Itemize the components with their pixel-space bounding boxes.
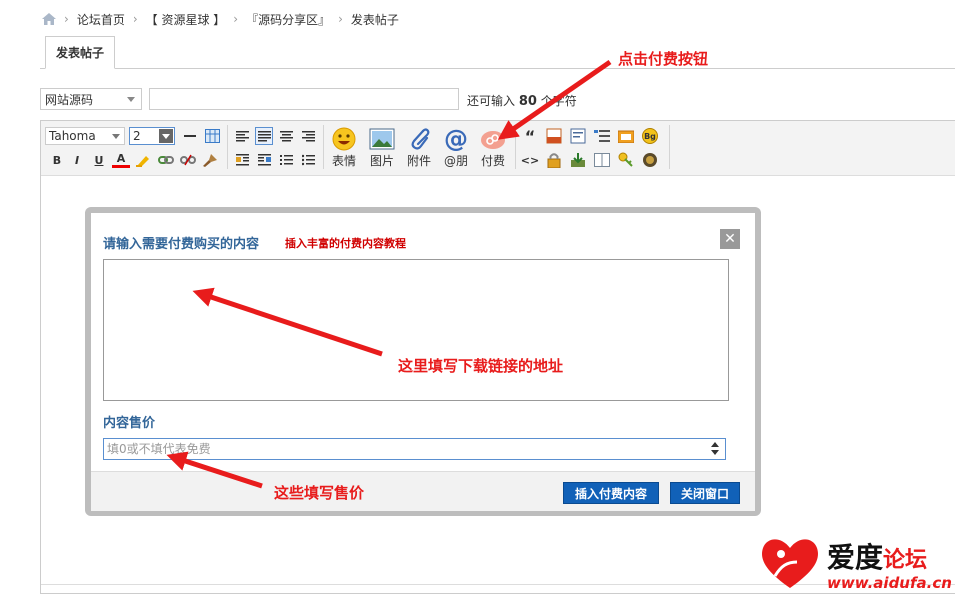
breadcrumb: › 论坛首页 › 【 资源星球 】 › 『源码分享区』 › 发表帖子 bbox=[42, 10, 399, 28]
toolbar-divider bbox=[227, 125, 228, 169]
key-icon[interactable] bbox=[617, 151, 635, 169]
spinner-icon[interactable] bbox=[711, 442, 719, 456]
breadcrumb-separator: › bbox=[338, 12, 343, 26]
breadcrumb-resource-planet[interactable]: 【 资源星球 】 bbox=[146, 11, 226, 28]
annotation-click-paid: 点击付费按钮 bbox=[618, 50, 709, 68]
table-icon[interactable] bbox=[203, 127, 221, 145]
download-icon[interactable] bbox=[569, 151, 587, 169]
site-logo: 爱度论坛 www.aidufa.cn bbox=[757, 530, 955, 594]
close-window-button[interactable]: 关闭窗口 bbox=[670, 482, 740, 504]
media-icon[interactable] bbox=[641, 151, 659, 169]
dialog-title: 请输入需要付费购买的内容 bbox=[103, 237, 260, 252]
mention-button-label: @朋 bbox=[443, 154, 468, 168]
mention-button[interactable]: @ @朋 bbox=[439, 125, 473, 169]
price-label: 内容售价 bbox=[103, 416, 156, 431]
svg-text:Bg: Bg bbox=[644, 132, 656, 141]
category-select[interactable]: 网站源码 bbox=[40, 88, 142, 110]
font-size-select[interactable]: 2 bbox=[129, 127, 175, 145]
font-color-button[interactable]: A bbox=[112, 151, 130, 168]
code-icon[interactable]: <> bbox=[521, 151, 539, 169]
logo-suffix: 论坛 bbox=[883, 547, 928, 573]
emoji-button-label: 表情 bbox=[331, 154, 356, 168]
float-left-icon[interactable] bbox=[233, 151, 251, 169]
chevron-down-icon bbox=[159, 129, 173, 143]
breadcrumb-separator: › bbox=[233, 12, 239, 26]
remaining-prefix: 还可输入 bbox=[467, 94, 516, 108]
logo-name: 爱度 bbox=[827, 541, 884, 574]
breadcrumb-source-share[interactable]: 『源码分享区』 bbox=[246, 11, 330, 28]
toolbar-divider bbox=[669, 125, 670, 169]
title-row: 网站源码 还可输入 80 个字符 bbox=[40, 88, 955, 112]
toolbar-divider bbox=[323, 125, 324, 169]
paid-content-button[interactable]: 付费 bbox=[476, 127, 510, 169]
paperclip-icon bbox=[406, 127, 432, 151]
clear-format-icon[interactable] bbox=[201, 151, 219, 169]
breadcrumb-forum-home[interactable]: 论坛首页 bbox=[77, 11, 125, 28]
horizontal-rule-icon[interactable] bbox=[181, 127, 199, 145]
paid-content-button-label: 付费 bbox=[480, 154, 505, 168]
paid-icon bbox=[480, 127, 506, 151]
chevron-down-icon bbox=[112, 134, 120, 139]
close-icon[interactable]: ✕ bbox=[720, 229, 740, 249]
columns-icon[interactable] bbox=[593, 151, 611, 169]
highlight-icon[interactable] bbox=[135, 151, 153, 169]
breadcrumb-separator: › bbox=[132, 12, 138, 26]
insert-paid-content-button[interactable]: 插入付费内容 bbox=[563, 482, 659, 504]
editor-toolbar: Tahoma 2 B I U A 表情 图片 附件 @ @朋 付费 “ Bg <… bbox=[41, 121, 955, 176]
unordered-list-icon[interactable] bbox=[299, 151, 317, 169]
tab-new-post[interactable]: 发表帖子 bbox=[45, 36, 115, 69]
tab-bar: 发表帖子 bbox=[40, 36, 955, 69]
remaining-count: 80 bbox=[518, 94, 537, 109]
annotation-fill-price: 这些填写售价 bbox=[274, 484, 365, 502]
background-color-icon[interactable]: Bg bbox=[641, 127, 659, 145]
logo-url: www.aidufa.cn bbox=[827, 574, 952, 592]
title-input[interactable] bbox=[149, 88, 459, 110]
align-justify-icon[interactable] bbox=[255, 127, 273, 145]
emoji-button[interactable]: 表情 bbox=[327, 127, 361, 169]
image-button[interactable]: 图片 bbox=[365, 127, 399, 169]
italic-button[interactable]: I bbox=[68, 151, 86, 169]
image-button-label: 图片 bbox=[369, 154, 394, 168]
dialog-footer: 插入付费内容 关闭窗口 bbox=[91, 471, 755, 511]
font-size-value: 2 bbox=[133, 129, 141, 143]
heart-logo-icon bbox=[762, 539, 818, 588]
price-input[interactable]: 填0或不填代表免费 bbox=[103, 438, 726, 460]
remaining-suffix: 个字符 bbox=[540, 94, 577, 108]
logo-text: 爱度论坛 bbox=[827, 536, 927, 576]
breadcrumb-separator: › bbox=[64, 12, 69, 26]
link-icon[interactable] bbox=[157, 151, 175, 169]
image-icon bbox=[369, 127, 395, 151]
annotation-fill-link: 这里填写下载链接的地址 bbox=[398, 357, 564, 375]
category-select-value: 网站源码 bbox=[45, 92, 94, 107]
font-family-select[interactable]: Tahoma bbox=[45, 127, 125, 145]
unlink-icon[interactable] bbox=[179, 151, 197, 169]
float-right-icon[interactable] bbox=[255, 151, 273, 169]
folder-icon[interactable] bbox=[617, 127, 635, 145]
at-icon: @ bbox=[444, 125, 468, 153]
home-icon[interactable] bbox=[42, 13, 56, 25]
ordered-list-icon[interactable] bbox=[277, 151, 295, 169]
align-left-icon[interactable] bbox=[233, 127, 251, 145]
chevron-down-icon bbox=[127, 97, 135, 102]
bold-button[interactable]: B bbox=[48, 151, 66, 169]
list-insert-icon[interactable] bbox=[593, 127, 611, 145]
code-window-icon[interactable] bbox=[569, 127, 587, 145]
price-input-placeholder: 填0或不填代表免费 bbox=[107, 442, 211, 456]
lock-icon[interactable] bbox=[545, 151, 563, 169]
quote-icon[interactable]: “ bbox=[521, 127, 539, 146]
tutorial-link[interactable]: 插入丰富的付费内容教程 bbox=[285, 235, 406, 251]
paid-content-textarea[interactable] bbox=[103, 259, 729, 401]
free-icon[interactable] bbox=[545, 127, 563, 145]
remaining-chars: 还可输入 80 个字符 bbox=[467, 92, 577, 109]
breadcrumb-current: 发表帖子 bbox=[350, 12, 399, 27]
smiley-icon bbox=[331, 127, 357, 151]
align-center-icon[interactable] bbox=[277, 127, 295, 145]
font-family-value: Tahoma bbox=[49, 129, 96, 143]
underline-button[interactable]: U bbox=[90, 151, 108, 169]
attachment-button-label: 附件 bbox=[406, 154, 431, 168]
attachment-button[interactable]: 附件 bbox=[402, 127, 436, 169]
toolbar-divider bbox=[515, 125, 516, 169]
align-right-icon[interactable] bbox=[299, 127, 317, 145]
